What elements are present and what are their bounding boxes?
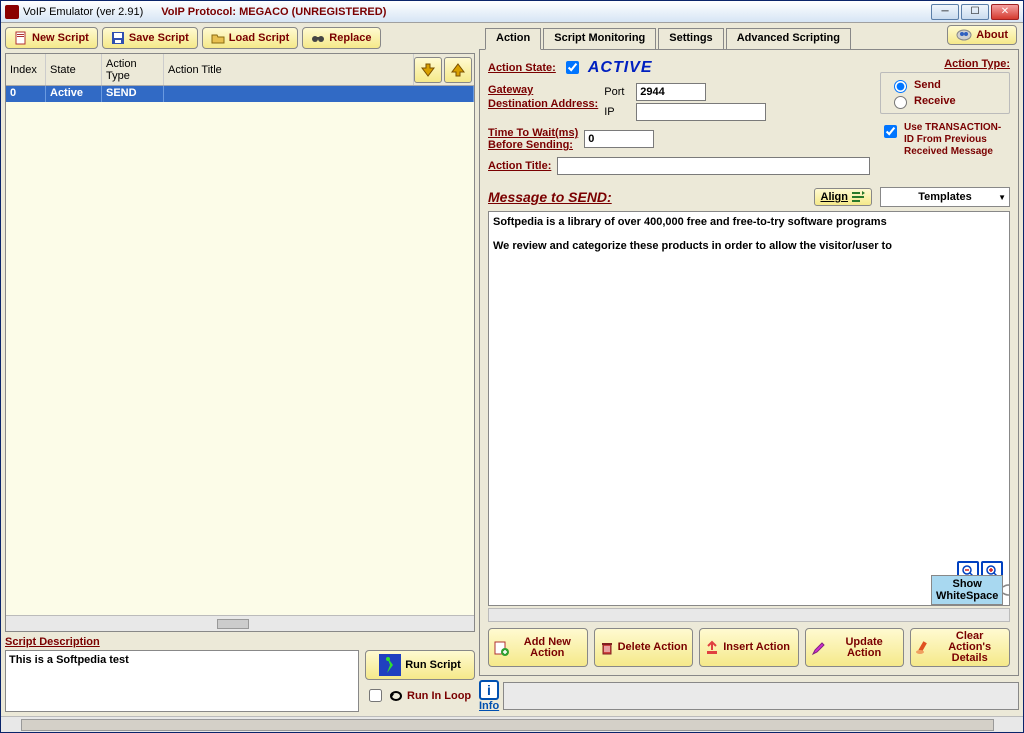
run-in-loop-checkbox[interactable]: Run In Loop — [365, 686, 475, 705]
ip-label: IP — [604, 106, 630, 118]
action-state-label: Action State: — [488, 62, 556, 74]
clear-icon — [915, 640, 931, 656]
run-loop-check[interactable] — [369, 689, 382, 702]
script-description-input[interactable]: This is a Softpedia test — [5, 650, 359, 712]
left-pane: New Script Save Script Load Script Repla… — [1, 23, 479, 716]
table-hscrollbar[interactable] — [6, 615, 474, 631]
port-label: Port — [604, 86, 630, 98]
table-body[interactable]: 0 Active SEND — [6, 86, 474, 615]
tab-monitoring[interactable]: Script Monitoring — [543, 28, 656, 50]
action-title-input[interactable] — [557, 157, 870, 175]
insert-action-button[interactable]: Insert Action — [699, 628, 799, 667]
right-pane: About Action Script Monitoring Settings … — [479, 23, 1023, 716]
align-icon — [851, 191, 865, 203]
wait-label: Time To Wait(ms)Before Sending: — [488, 127, 578, 151]
whitespace-icon — [1000, 582, 1010, 598]
replace-button[interactable]: Replace — [302, 27, 380, 49]
add-new-action-button[interactable]: Add New Action — [488, 628, 588, 667]
about-button[interactable]: About — [947, 25, 1017, 45]
clear-action-button[interactable]: Clear Action's Details — [910, 628, 1010, 667]
message-textarea[interactable]: Softpedia is a library of over 400,000 f… — [488, 211, 1010, 606]
protocol-label: VoIP Protocol: MEGACO (UNREGISTERED) — [161, 6, 386, 18]
maximize-button[interactable]: ☐ — [961, 4, 989, 20]
action-title-label: Action Title: — [488, 160, 551, 172]
info-icon: i — [479, 680, 499, 700]
col-action-type[interactable]: Action Type — [102, 54, 164, 85]
action-type-group: Send Receive — [880, 72, 1010, 114]
run-icon — [379, 654, 401, 676]
tab-advanced[interactable]: Advanced Scripting — [726, 28, 851, 50]
save-icon — [111, 31, 125, 45]
tab-strip: Action Script Monitoring Settings Advanc… — [485, 27, 1019, 49]
tab-settings[interactable]: Settings — [658, 28, 723, 50]
action-state-checkbox[interactable] — [566, 61, 579, 74]
col-state[interactable]: State — [46, 54, 102, 85]
col-index[interactable]: Index — [6, 54, 46, 85]
action-buttons: Add New Action Delete Action Insert Acti… — [488, 628, 1010, 667]
new-script-button[interactable]: New Script — [5, 27, 98, 49]
binoculars-icon — [311, 31, 325, 45]
script-table: Index State Action Type Action Title 0 A… — [5, 53, 475, 632]
action-panel: Action State: ACTIVE GatewayDestination … — [479, 49, 1019, 676]
add-icon — [493, 640, 509, 656]
about-icon — [956, 28, 972, 42]
insert-icon — [704, 640, 720, 656]
delete-action-button[interactable]: Delete Action — [594, 628, 694, 667]
script-description-label: Script Description — [5, 636, 475, 648]
radio-send[interactable]: Send — [889, 77, 1001, 93]
new-icon — [14, 31, 28, 45]
port-input[interactable] — [636, 83, 706, 101]
tab-action[interactable]: Action — [485, 28, 541, 50]
message-hscrollbar[interactable] — [488, 608, 1010, 622]
info-label: Info — [479, 700, 499, 712]
action-type-label: Action Type: — [944, 58, 1010, 70]
table-header: Index State Action Type Action Title — [6, 54, 474, 86]
use-tid-label: Use TRANSACTION-ID From Previous Receive… — [904, 122, 1010, 158]
show-whitespace-button[interactable]: Show WhiteSpace — [931, 575, 1003, 605]
script-description-section: Script Description This is a Softpedia t… — [5, 636, 475, 712]
load-script-button[interactable]: Load Script — [202, 27, 299, 49]
action-state-value: ACTIVE — [588, 59, 653, 77]
info-box — [503, 682, 1019, 710]
info-bar: i Info — [479, 680, 1019, 712]
wait-input[interactable] — [584, 130, 654, 148]
message-label: Message to SEND: — [488, 189, 612, 205]
app-icon — [5, 5, 19, 19]
table-row[interactable]: 0 Active SEND — [6, 86, 474, 102]
update-icon — [810, 640, 826, 656]
window-hscrollbar[interactable] — [1, 716, 1023, 732]
radio-receive[interactable]: Receive — [889, 93, 1001, 109]
titlebar: VoIP Emulator (ver 2.91) VoIP Protocol: … — [1, 1, 1023, 23]
move-up-button[interactable] — [444, 57, 472, 83]
update-action-button[interactable]: Update Action — [805, 628, 905, 667]
move-down-button[interactable] — [414, 57, 442, 83]
run-script-button[interactable]: Run Script — [365, 650, 475, 680]
close-button[interactable]: ✕ — [991, 4, 1019, 20]
ip-input[interactable] — [636, 103, 766, 121]
col-action-title[interactable]: Action Title — [164, 54, 414, 85]
main-window: VoIP Emulator (ver 2.91) VoIP Protocol: … — [0, 0, 1024, 733]
minimize-button[interactable]: ─ — [931, 4, 959, 20]
use-tid-checkbox[interactable] — [884, 125, 897, 138]
save-script-button[interactable]: Save Script — [102, 27, 198, 49]
templates-dropdown[interactable]: Templates — [880, 187, 1010, 207]
gateway-label: GatewayDestination Address: — [488, 83, 598, 111]
toolbar: New Script Save Script Load Script Repla… — [5, 27, 475, 49]
loop-icon — [388, 689, 404, 703]
window-title: VoIP Emulator (ver 2.91) — [23, 6, 143, 18]
align-button[interactable]: Align — [814, 188, 873, 206]
delete-icon — [599, 640, 615, 656]
load-icon — [211, 31, 225, 45]
